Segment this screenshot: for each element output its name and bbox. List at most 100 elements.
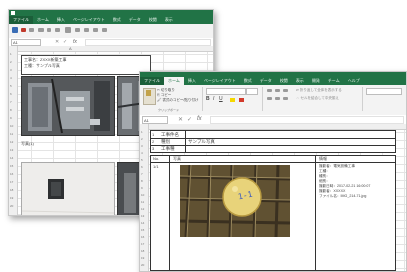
fill-color-icon[interactable] xyxy=(230,98,235,102)
filter-icon[interactable] xyxy=(84,28,89,32)
rebar-photo[interactable]: 1-1 xyxy=(180,165,290,237)
row-number: 4 xyxy=(141,151,143,155)
merge-center-button[interactable]: ⇔ セルを結合して中央揃え xyxy=(296,96,339,101)
row-number: 4 xyxy=(10,76,12,80)
tab-home[interactable]: ホーム xyxy=(164,77,184,85)
row-number: 1 xyxy=(10,52,12,56)
align-middle-icon[interactable] xyxy=(275,89,280,92)
formula-input[interactable] xyxy=(85,39,211,46)
undo-icon[interactable] xyxy=(21,28,26,32)
photo-info-line: ファイル名：IMG_214-71.jpg xyxy=(319,194,367,198)
header-divider xyxy=(185,131,186,138)
preview-icon[interactable] xyxy=(47,28,51,32)
confirm-icon[interactable]: ✓ xyxy=(187,116,192,123)
redo-icon[interactable] xyxy=(29,28,34,32)
tab-insert[interactable]: 挿入 xyxy=(53,16,69,24)
group-divider xyxy=(362,87,363,111)
tab-formulas[interactable]: 数式 xyxy=(240,77,256,85)
row-number: 17 xyxy=(141,242,145,246)
align-center-icon[interactable] xyxy=(275,97,280,100)
row-number: 20 xyxy=(10,204,14,208)
row-number: 3 xyxy=(10,68,12,72)
row-number: 17 xyxy=(10,180,14,184)
format-painter-button[interactable]: 🖌 書式のコピー/貼り付け xyxy=(157,98,198,103)
row-number: 2 xyxy=(141,137,143,141)
name-box[interactable]: A1 xyxy=(142,116,168,124)
confirm-icon[interactable]: ✓ xyxy=(63,39,67,45)
formula-input[interactable] xyxy=(210,116,404,124)
format-painter-label: 書式のコピー/貼り付け xyxy=(162,98,199,102)
function-icon[interactable]: fx xyxy=(73,39,77,45)
font-name-dropdown[interactable] xyxy=(206,88,246,95)
bold-button[interactable]: B xyxy=(206,96,210,102)
tab-review[interactable]: 校閲 xyxy=(145,16,161,24)
align-top-icon[interactable] xyxy=(267,89,272,92)
tab-data[interactable]: データ xyxy=(256,77,276,85)
row-number: 11 xyxy=(141,200,145,204)
tab-home[interactable]: ホーム xyxy=(33,16,53,24)
row-number: 12 xyxy=(10,140,14,144)
tab-view[interactable]: 表示 xyxy=(292,77,308,85)
print-icon[interactable] xyxy=(38,28,44,32)
section-label: 写真(1) xyxy=(21,141,34,146)
format-icon[interactable] xyxy=(55,28,60,32)
tab-page-layout[interactable]: ページレイアウト xyxy=(69,16,109,24)
ribbon-tab-bar: ファイル ホーム 挿入 ページレイアウト 数式 データ 校閲 表示 xyxy=(9,16,213,24)
chart-icon[interactable] xyxy=(93,28,98,32)
column-header-label: A xyxy=(69,46,72,51)
align-left-icon[interactable] xyxy=(267,97,272,100)
align-bottom-icon[interactable] xyxy=(283,89,288,92)
row-number: 19 xyxy=(141,256,145,260)
font-size-dropdown[interactable] xyxy=(246,88,258,95)
tab-insert[interactable]: 挿入 xyxy=(184,77,200,85)
font-color-icon[interactable] xyxy=(239,98,244,102)
tab-formulas[interactable]: 数式 xyxy=(109,16,125,24)
wall-switch-photo[interactable] xyxy=(21,162,115,215)
tab-review[interactable]: 校閲 xyxy=(276,77,292,85)
row-number: 16 xyxy=(10,172,14,176)
tab-data[interactable]: データ xyxy=(125,16,145,24)
column-header-row: A xyxy=(9,46,213,52)
row-number: 2 xyxy=(10,60,12,64)
column-header-no: No. xyxy=(153,156,160,161)
tab-page-layout[interactable]: ページレイアウト xyxy=(200,77,240,85)
row-number: 6 xyxy=(141,165,143,169)
italic-button[interactable]: I xyxy=(213,96,214,102)
tab-file[interactable]: ファイル xyxy=(140,77,164,85)
row-number: 14 xyxy=(141,221,145,225)
function-icon[interactable]: fx xyxy=(197,116,202,122)
front-spreadsheet-window[interactable]: ファイル ホーム 挿入 ページレイアウト 数式 データ 校閲 表示 開発 チーム… xyxy=(139,71,407,272)
machinery-photo[interactable] xyxy=(21,76,115,136)
group-divider xyxy=(202,87,203,111)
align-right-icon[interactable] xyxy=(283,97,288,100)
row-number: 12 xyxy=(141,207,145,211)
ribbon-tab-bar: ファイル ホーム 挿入 ページレイアウト 数式 データ 校閲 表示 開発 チーム… xyxy=(140,77,406,85)
header-row-number: 1 xyxy=(152,132,155,137)
zoom-icon[interactable] xyxy=(102,28,107,32)
ribbon-home: ✂ 切り取り ⎘ コピー 🖌 書式のコピー/貼り付け クリップボード B I U… xyxy=(140,85,406,116)
row-number: 11 xyxy=(10,132,14,136)
save-icon[interactable] xyxy=(12,27,18,33)
underline-button[interactable]: U xyxy=(219,96,223,102)
sheet-grid[interactable]: 1 2 3 4 5 6 7 8 9 10 11 12 13 14 15 16 1… xyxy=(140,124,406,271)
wrap-text-button[interactable]: ⇌ 折り返して全体を表示する xyxy=(296,88,342,93)
tab-help[interactable]: ヘルプ xyxy=(344,77,364,85)
tab-team[interactable]: チーム xyxy=(324,77,344,85)
column-divider xyxy=(169,156,170,270)
cut-label: 切り取り xyxy=(160,88,175,92)
row-number: 10 xyxy=(141,193,145,197)
row-number: 6 xyxy=(10,92,12,96)
tab-developer[interactable]: 開発 xyxy=(308,77,324,85)
info-line: 工種：サンプル写真 xyxy=(24,63,60,68)
cancel-icon[interactable]: ✕ xyxy=(178,116,183,123)
cancel-icon[interactable]: ✕ xyxy=(55,39,59,45)
tab-file[interactable]: ファイル xyxy=(9,16,33,24)
tab-view[interactable]: 表示 xyxy=(161,16,177,24)
paste-icon[interactable] xyxy=(65,27,71,33)
sort-icon[interactable] xyxy=(75,28,80,32)
number-format-dropdown[interactable] xyxy=(366,88,402,95)
name-box[interactable]: A1 xyxy=(11,39,41,46)
row-number: 5 xyxy=(141,158,143,162)
row-number: 18 xyxy=(141,249,145,253)
clipboard-group-label: クリップボード xyxy=(158,108,180,112)
